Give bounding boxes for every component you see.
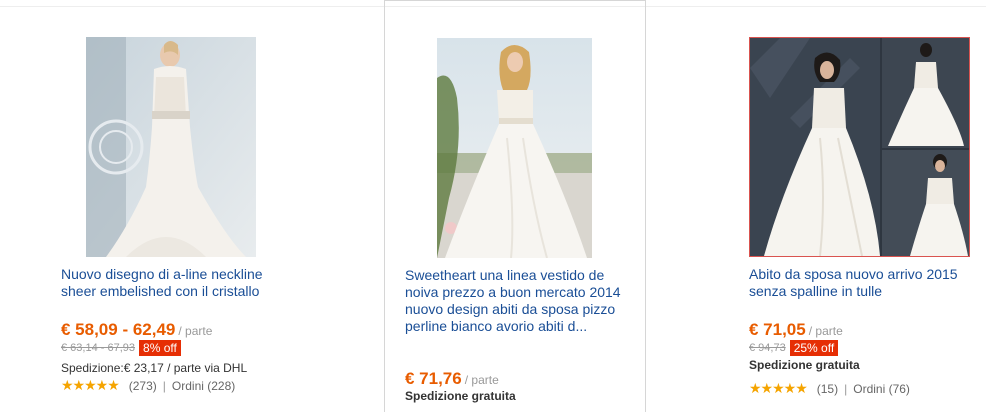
price-row: € 58,09 - 62,49/ parte xyxy=(61,320,212,340)
product-image[interactable] xyxy=(86,37,256,257)
separator: | xyxy=(162,378,166,393)
separator: | xyxy=(844,381,848,396)
old-price-row: € 63,14 - 67,93 8% off xyxy=(61,340,181,356)
price-unit: / parte xyxy=(178,324,213,338)
order-count[interactable]: Ordini (228) xyxy=(172,379,235,393)
review-count[interactable]: (273) xyxy=(129,379,157,393)
product-title[interactable]: Sweetheart una linea vestido de noiva pr… xyxy=(405,267,630,335)
star-rating-icon: ★★★★★ xyxy=(749,380,808,396)
discount-badge: 25% off xyxy=(789,340,839,356)
product-title[interactable]: Abito da sposa nuovo arrivo 2015 senza s… xyxy=(749,266,977,300)
rating-row: ★★★★★ (273) | Ordini (228) xyxy=(61,377,235,394)
shipping-info: Spedizione:€ 23,17 / parte via DHL xyxy=(61,361,248,375)
shipping-info: Spedizione gratuita xyxy=(405,389,516,403)
price-row: € 71,76/ parte xyxy=(405,369,499,389)
star-rating-icon: ★★★★★ xyxy=(61,377,120,393)
review-count[interactable]: (15) xyxy=(817,382,838,396)
product-price: € 58,09 - 62,49 xyxy=(61,320,176,339)
order-count[interactable]: Ordini (76) xyxy=(853,382,910,396)
product-card[interactable]: Sweetheart una linea vestido de noiva pr… xyxy=(384,0,646,412)
rating-row: ★★★★★ (15) | Ordini (76) xyxy=(749,380,910,397)
product-image[interactable] xyxy=(437,38,592,258)
old-price-row: € 94,73 25% off xyxy=(749,340,839,356)
product-image[interactable] xyxy=(749,37,970,257)
original-price: € 63,14 - 67,93 xyxy=(61,341,136,354)
product-price: € 71,05 xyxy=(749,320,806,339)
product-card[interactable]: Nuovo disegno di a-line neckline sheer e… xyxy=(0,0,384,412)
product-card[interactable]: Abito da sposa nuovo arrivo 2015 senza s… xyxy=(646,0,986,412)
original-price: € 94,73 xyxy=(749,341,786,354)
discount-badge: 8% off xyxy=(139,340,181,356)
product-price: € 71,76 xyxy=(405,369,462,388)
product-title[interactable]: Nuovo disegno di a-line neckline sheer e… xyxy=(61,266,286,300)
price-row: € 71,05/ parte xyxy=(749,320,843,340)
price-unit: / parte xyxy=(808,324,843,338)
shipping-info: Spedizione gratuita xyxy=(749,358,860,372)
price-unit: / parte xyxy=(464,373,499,387)
